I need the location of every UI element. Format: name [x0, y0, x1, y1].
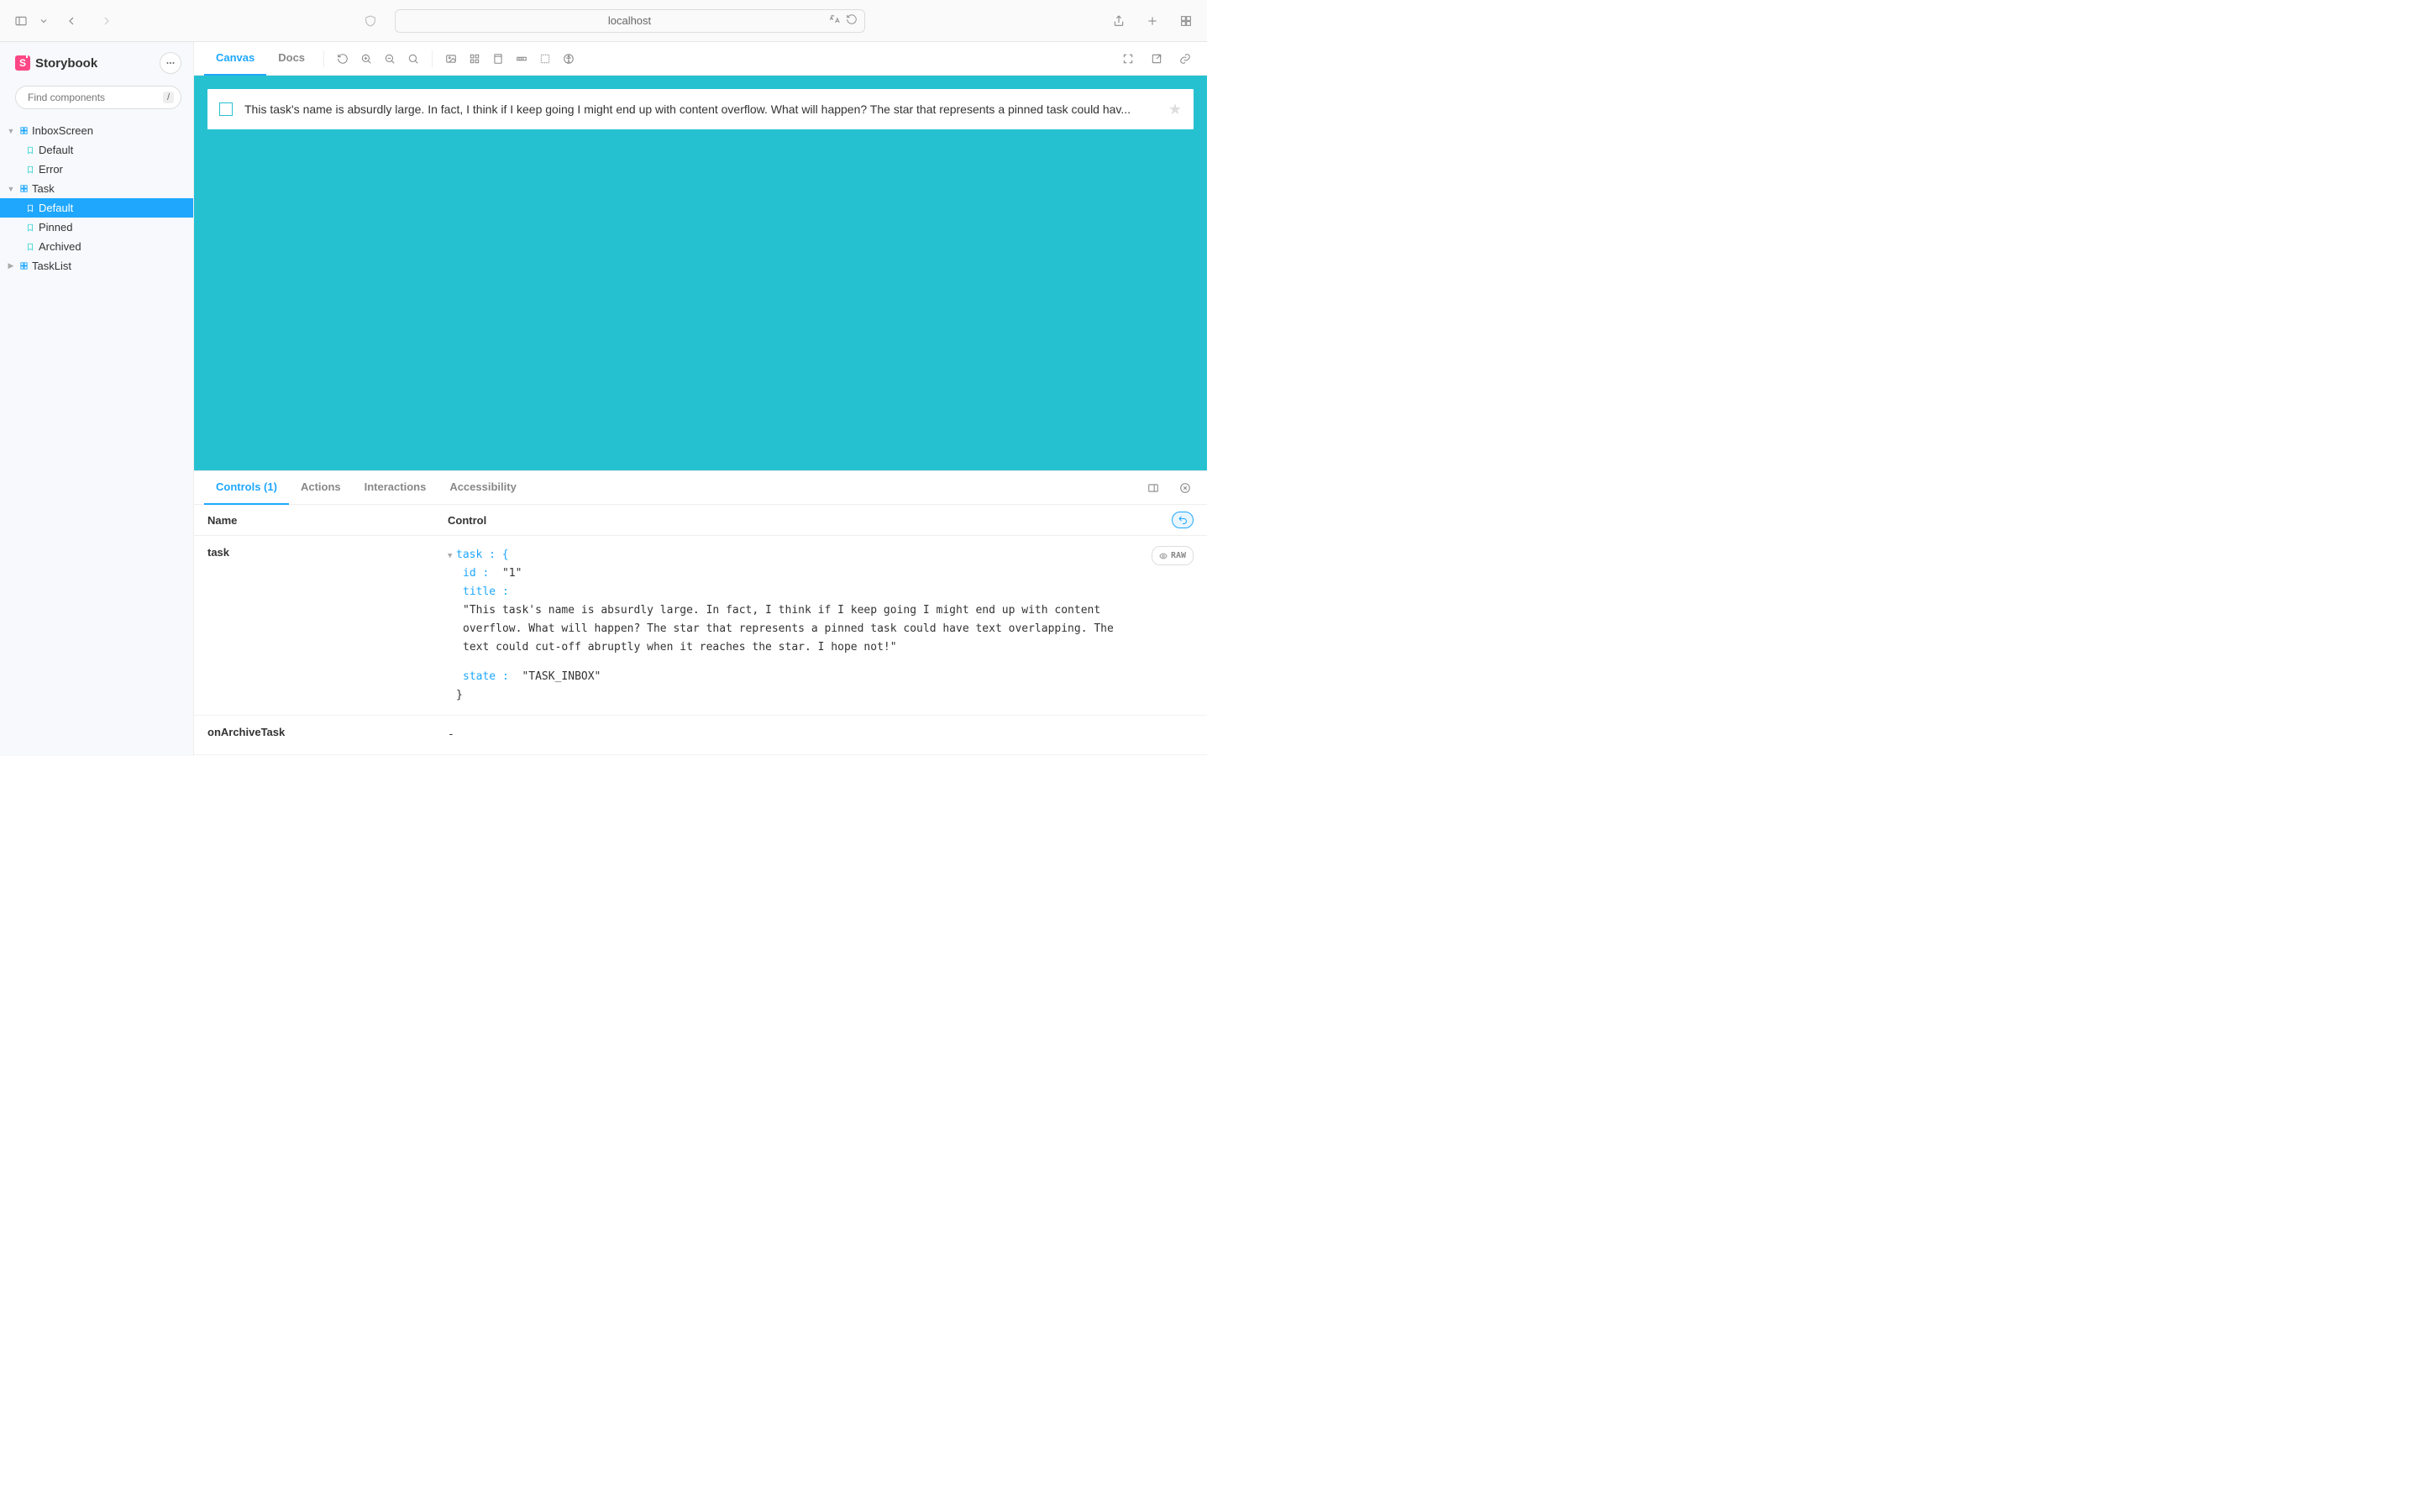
star-icon[interactable]: ★: [1168, 101, 1182, 118]
reload-icon[interactable]: [846, 13, 858, 28]
outline-icon[interactable]: [533, 47, 557, 71]
component-icon: [18, 126, 29, 136]
fullscreen-icon[interactable]: [1116, 47, 1140, 71]
tab-docs[interactable]: Docs: [266, 42, 317, 76]
chevron-down-icon: ▼: [7, 127, 15, 135]
remount-icon[interactable]: [331, 47, 354, 71]
storybook-logo-mark: S: [15, 55, 30, 71]
zoom-in-icon[interactable]: [354, 47, 378, 71]
chevron-down-icon: ▼: [7, 185, 15, 193]
chevron-right-icon: ▶: [7, 261, 15, 270]
storybook-sidebar: S Storybook / ▼ InboxScreen Default: [0, 42, 194, 756]
tree-label: Error: [39, 163, 63, 176]
zoom-out-icon[interactable]: [378, 47, 401, 71]
tree-story-inbox-default[interactable]: Default: [0, 140, 193, 160]
panel-orientation-icon[interactable]: [1141, 476, 1165, 500]
tree-label: Default: [39, 202, 73, 214]
sidebar-toggle-icon[interactable]: [12, 12, 30, 30]
search-field[interactable]: [28, 92, 158, 103]
tree-label: TaskList: [32, 260, 71, 272]
control-row-onarchivetask: onArchiveTask -: [194, 716, 1207, 755]
control-value: -: [448, 726, 1194, 744]
viewport-icon[interactable]: [486, 47, 510, 71]
new-tab-icon[interactable]: [1143, 12, 1162, 30]
task-title[interactable]: This task's name is absurdly large. In f…: [244, 102, 1157, 116]
close-panel-icon[interactable]: [1173, 476, 1197, 500]
storybook-brand: Storybook: [35, 56, 97, 71]
translate-icon[interactable]: [829, 13, 841, 28]
story-icon: [25, 203, 35, 213]
tree-label: Task: [32, 182, 55, 195]
copy-link-icon[interactable]: [1173, 47, 1197, 71]
back-button[interactable]: [62, 12, 81, 30]
addon-tab-controls[interactable]: Controls (1): [204, 471, 289, 505]
tree-component-inboxscreen[interactable]: ▼ InboxScreen: [0, 121, 193, 140]
tab-canvas[interactable]: Canvas: [204, 42, 266, 76]
story-icon: [25, 242, 35, 252]
task-checkbox[interactable]: [219, 102, 233, 116]
address-bar[interactable]: localhost: [395, 9, 865, 33]
address-text: localhost: [608, 14, 651, 27]
story-icon: [25, 165, 35, 175]
task-item: This task's name is absurdly large. In f…: [207, 89, 1194, 129]
tree-story-task-default[interactable]: Default: [0, 198, 193, 218]
control-value-json[interactable]: RAW ▼task : { id : "1" title : "This tas…: [448, 546, 1194, 705]
addon-tab-accessibility[interactable]: Accessibility: [438, 471, 528, 505]
tabs-grid-icon[interactable]: [1177, 12, 1195, 30]
open-new-tab-icon[interactable]: [1145, 47, 1168, 71]
addons-panel: Controls (1) Actions Interactions Access…: [194, 470, 1207, 756]
reset-controls-button[interactable]: [1172, 512, 1194, 528]
control-row-onpintask: onPinTask -: [194, 755, 1207, 756]
control-name: task: [207, 546, 448, 705]
zoom-reset-icon[interactable]: [401, 47, 425, 71]
component-icon: [18, 261, 29, 271]
accessibility-icon[interactable]: [557, 47, 580, 71]
story-icon: [25, 145, 35, 155]
search-input[interactable]: /: [15, 86, 181, 109]
tree-story-task-pinned[interactable]: Pinned: [0, 218, 193, 237]
raw-label: RAW: [1171, 549, 1186, 563]
background-icon[interactable]: [439, 47, 463, 71]
tree-label: Archived: [39, 240, 81, 253]
tree-component-tasklist[interactable]: ▶ TaskList: [0, 256, 193, 276]
tree-label: Pinned: [39, 221, 72, 234]
storybook-logo[interactable]: S Storybook: [15, 55, 97, 71]
column-header-control: Control: [448, 514, 1172, 527]
tree-label: InboxScreen: [32, 124, 93, 137]
tree-story-task-archived[interactable]: Archived: [0, 237, 193, 256]
component-tree: ▼ InboxScreen Default Error ▼ Task Defau…: [0, 118, 193, 276]
addon-tab-interactions[interactable]: Interactions: [353, 471, 438, 505]
eye-icon: [1159, 552, 1168, 560]
raw-toggle-button[interactable]: RAW: [1152, 546, 1194, 565]
component-icon: [18, 184, 29, 194]
control-row-task: task RAW ▼task : { id : "1" title : "Thi…: [194, 536, 1207, 716]
shield-icon[interactable]: [361, 12, 380, 30]
sidebar-menu-button[interactable]: [160, 52, 181, 74]
tree-component-task[interactable]: ▼ Task: [0, 179, 193, 198]
search-shortcut: /: [163, 92, 174, 103]
browser-chrome: localhost: [0, 0, 1207, 42]
measure-icon[interactable]: [510, 47, 533, 71]
preview-canvas: This task's name is absurdly large. In f…: [194, 76, 1207, 470]
tree-story-inbox-error[interactable]: Error: [0, 160, 193, 179]
control-name: onArchiveTask: [207, 726, 448, 744]
preview-toolbar: Canvas Docs: [194, 42, 1207, 76]
story-icon: [25, 223, 35, 233]
share-icon[interactable]: [1110, 12, 1128, 30]
column-header-name: Name: [207, 514, 448, 527]
chevron-down-icon[interactable]: [39, 12, 49, 30]
grid-icon[interactable]: [463, 47, 486, 71]
tree-label: Default: [39, 144, 73, 156]
forward-button[interactable]: [97, 12, 116, 30]
addon-tab-actions[interactable]: Actions: [289, 471, 353, 505]
